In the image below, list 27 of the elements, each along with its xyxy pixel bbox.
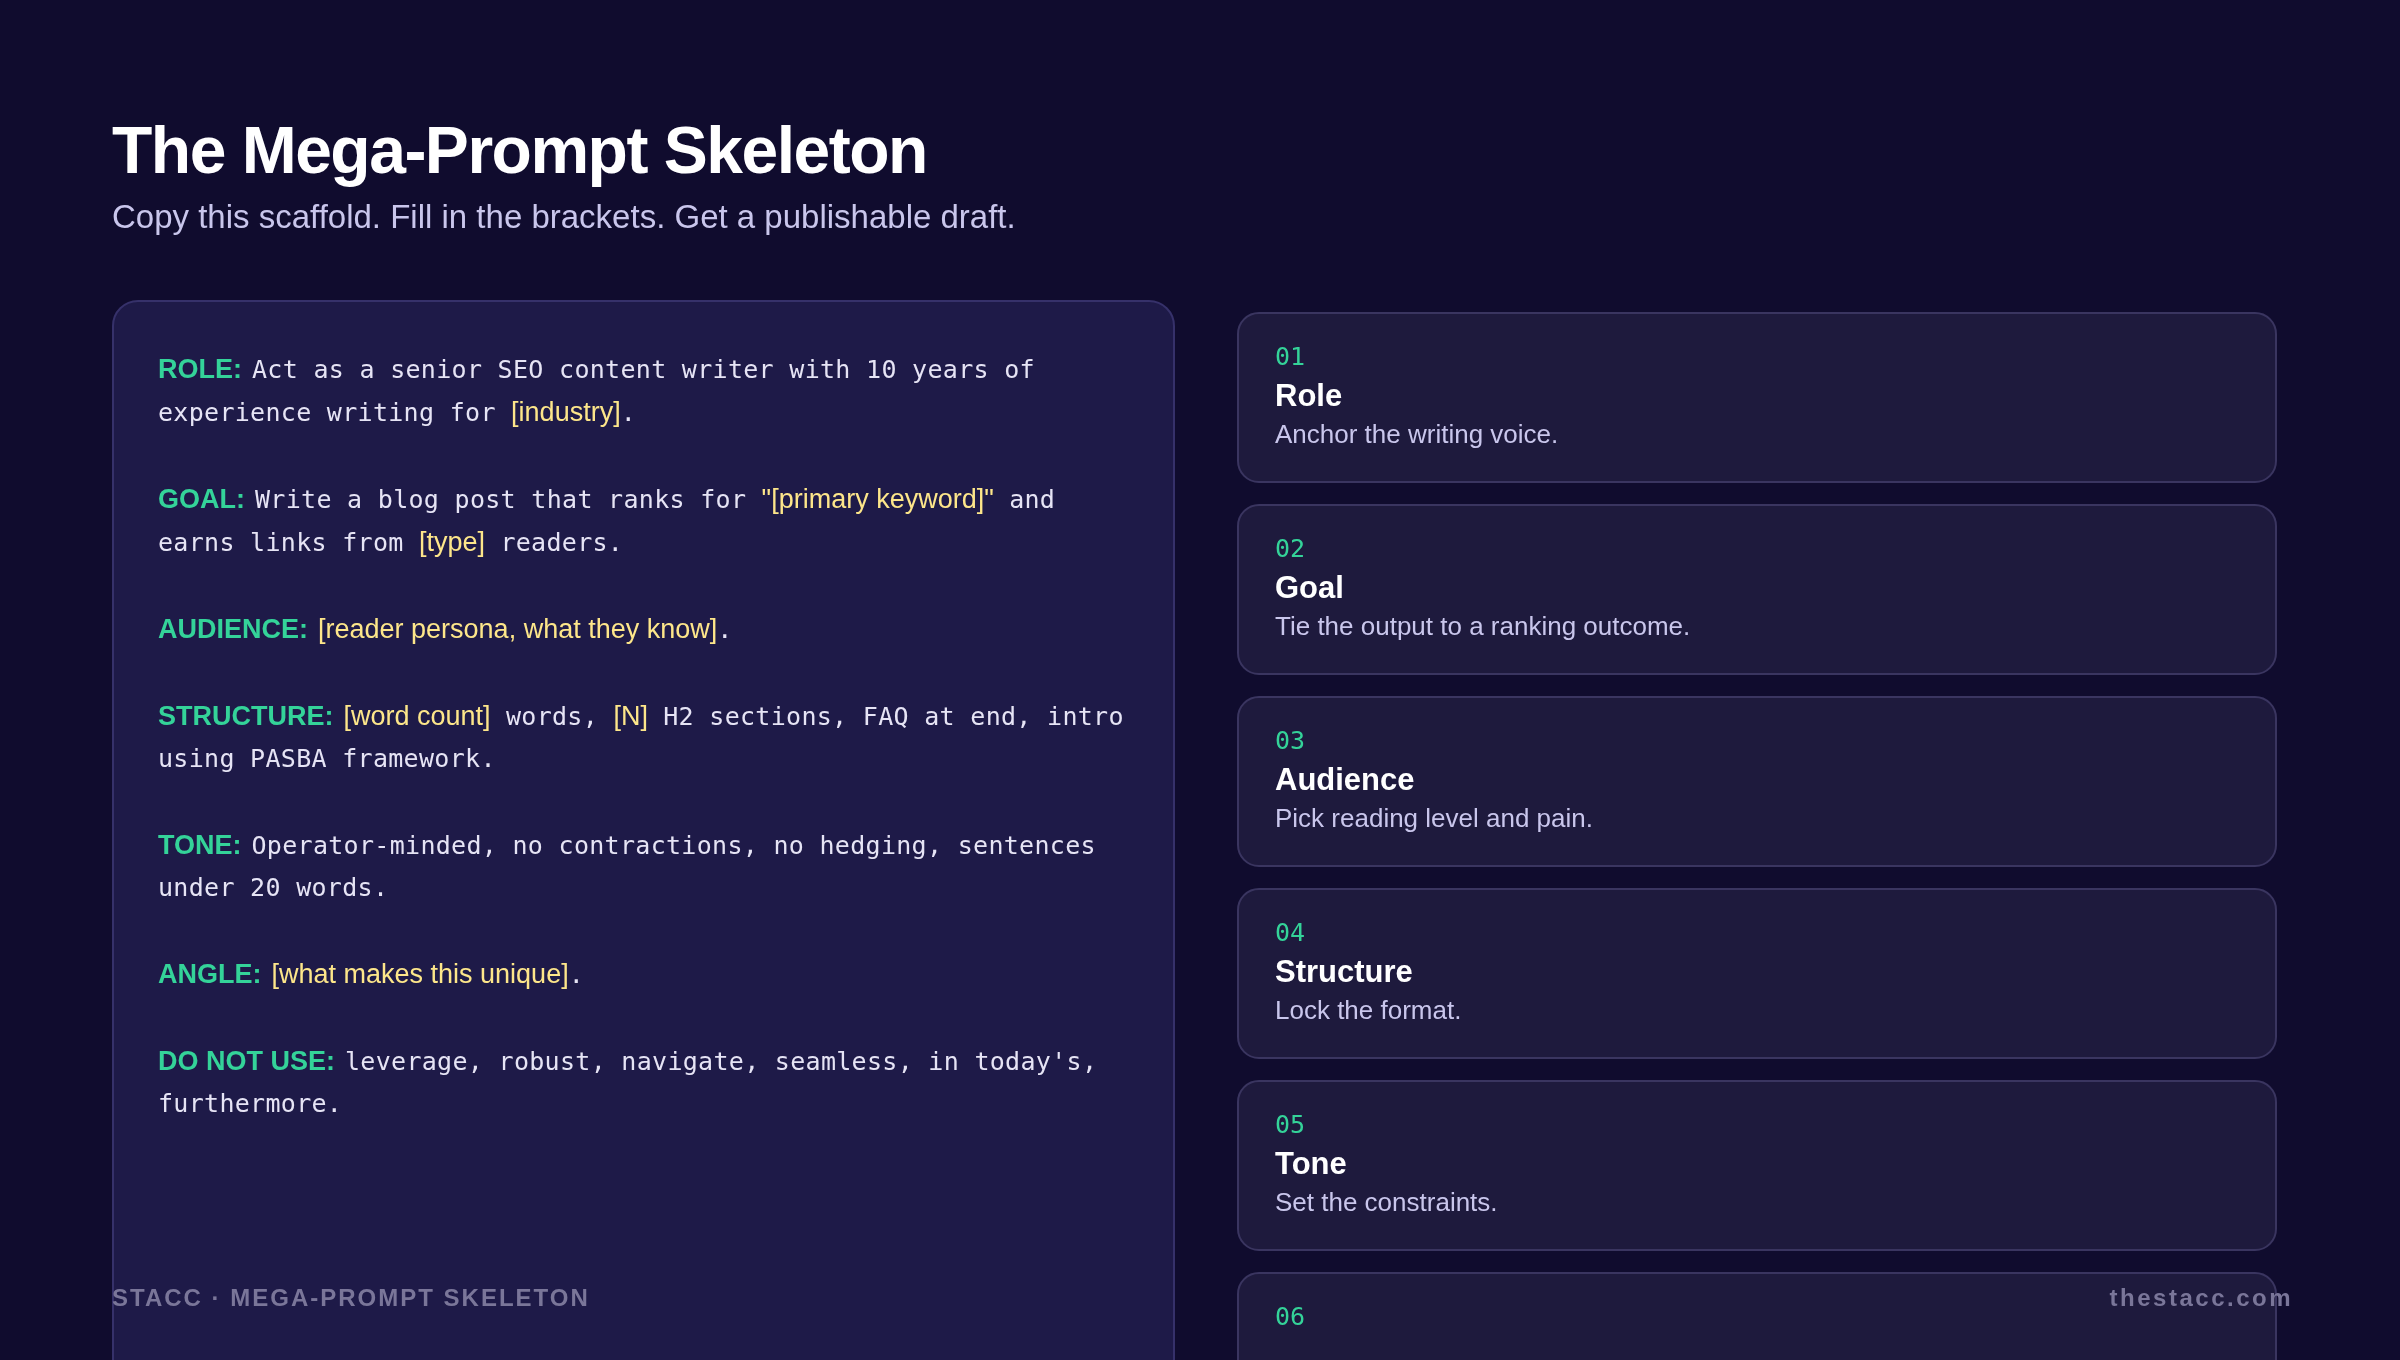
- step-description: Anchor the writing voice.: [1275, 418, 1559, 451]
- prompt-paragraph: AUDIENCE: [reader persona, what they know].: [158, 613, 734, 646]
- step-number: 06: [1275, 1302, 1306, 1332]
- step-number: 02: [1275, 534, 1306, 564]
- prompt-paragraph: STRUCTURE: [word count] words, [N] H2 sections, FAQ at end, intro using PASBA framework.: [158, 700, 1125, 775]
- step-number: 05: [1275, 1110, 1306, 1140]
- step-number: 04: [1275, 918, 1306, 948]
- step-number: 03: [1275, 726, 1306, 756]
- step-description: Pick reading level and pain.: [1275, 802, 1593, 835]
- step-title: Role: [1275, 377, 1343, 415]
- prompt-paragraph: GOAL: Write a blog post that ranks for "[primary keyword]" and earns links from [type] readers.: [158, 483, 1057, 559]
- page-title: The Mega-Prompt Skeleton: [112, 112, 927, 189]
- prompt-paragraph: DO NOT USE: leverage, robust, navigate, seamless, in today's, furthermore.: [158, 1045, 1099, 1120]
- prompt-paragraph: ANGLE: [what makes this unique].: [158, 958, 586, 991]
- step-description: Tie the output to a ranking outcome.: [1275, 610, 1691, 643]
- step-title: Audience: [1275, 761, 1415, 799]
- step-description: Set the constraints.: [1275, 1186, 1498, 1219]
- prompt-paragraph: TONE: Operator-minded, no contractions, no hedging, sentences under 20 words.: [158, 829, 1097, 904]
- page-subtitle: Copy this scaffold. Fill in the brackets. Get a publishable draft.: [112, 197, 1016, 237]
- footer-url: thestacc.com: [2109, 1283, 2293, 1313]
- step-title: Goal: [1275, 569, 1344, 607]
- footer-brand: STACC · MEGA-PROMPT SKELETON: [112, 1283, 590, 1313]
- step-title: Structure: [1275, 953, 1413, 991]
- prompt-paragraph: ROLE: Act as a senior SEO content writer with 10 years of experience writing for [industry].: [158, 353, 1036, 429]
- step-number: 01: [1275, 342, 1306, 372]
- step-title: Tone: [1275, 1145, 1347, 1183]
- step-description: Lock the format.: [1275, 994, 1462, 1027]
